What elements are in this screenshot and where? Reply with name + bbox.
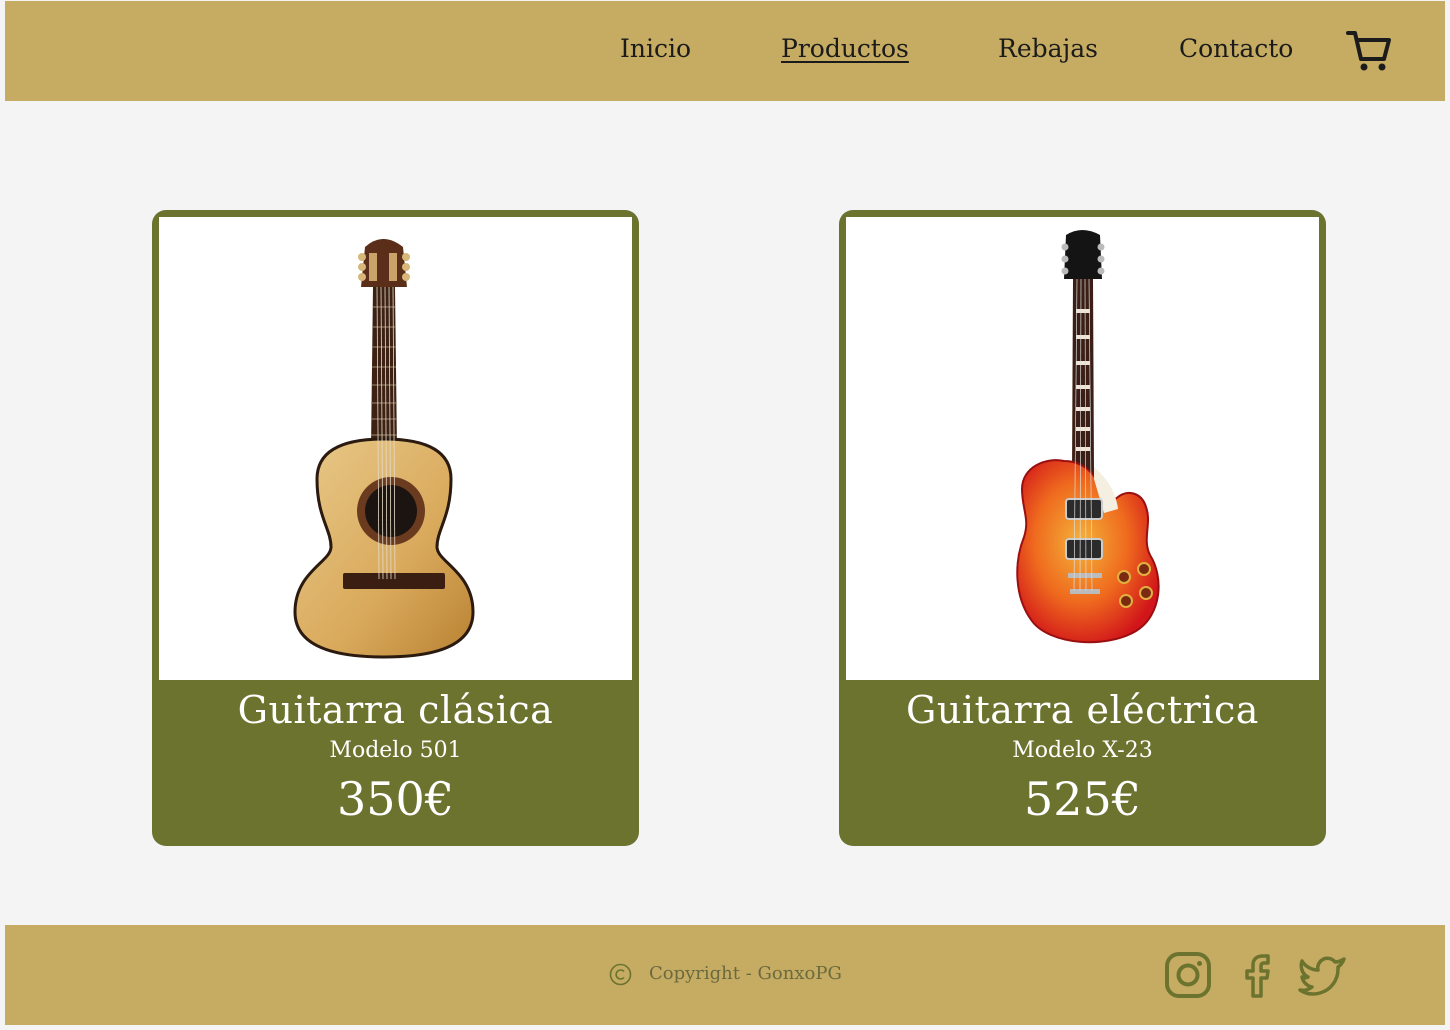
product-name: Guitarra clásica [237, 688, 554, 732]
product-image-classical [159, 217, 632, 680]
nav-inicio[interactable]: Inicio [620, 34, 691, 63]
product-price: 350€ [336, 772, 455, 826]
twitter-icon[interactable] [1298, 950, 1348, 1000]
facebook-icon[interactable] [1233, 950, 1283, 1000]
copyright-icon [609, 963, 632, 986]
product-model: Modelo X-23 [1012, 738, 1153, 763]
product-model: Modelo 501 [329, 738, 462, 763]
nav-rebajas[interactable]: Rebajas [998, 34, 1098, 63]
classical-guitar-image [293, 239, 475, 659]
product-name: Guitarra eléctrica [906, 688, 1259, 732]
nav-productos[interactable]: Productos [781, 34, 909, 63]
copyright-text: Copyright - GonxoPG [649, 963, 842, 984]
cart-icon[interactable] [1345, 28, 1393, 74]
nav-contacto[interactable]: Contacto [1179, 34, 1293, 63]
product-image-electric [846, 217, 1319, 680]
product-price: 525€ [1023, 772, 1142, 826]
product-card-electric[interactable]: Guitarra eléctrica Modelo X-23 525€ [839, 210, 1326, 846]
product-card-classical[interactable]: Guitarra clásica Modelo 501 350€ [152, 210, 639, 846]
instagram-icon[interactable] [1163, 950, 1213, 1000]
electric-guitar-image [1016, 230, 1160, 644]
